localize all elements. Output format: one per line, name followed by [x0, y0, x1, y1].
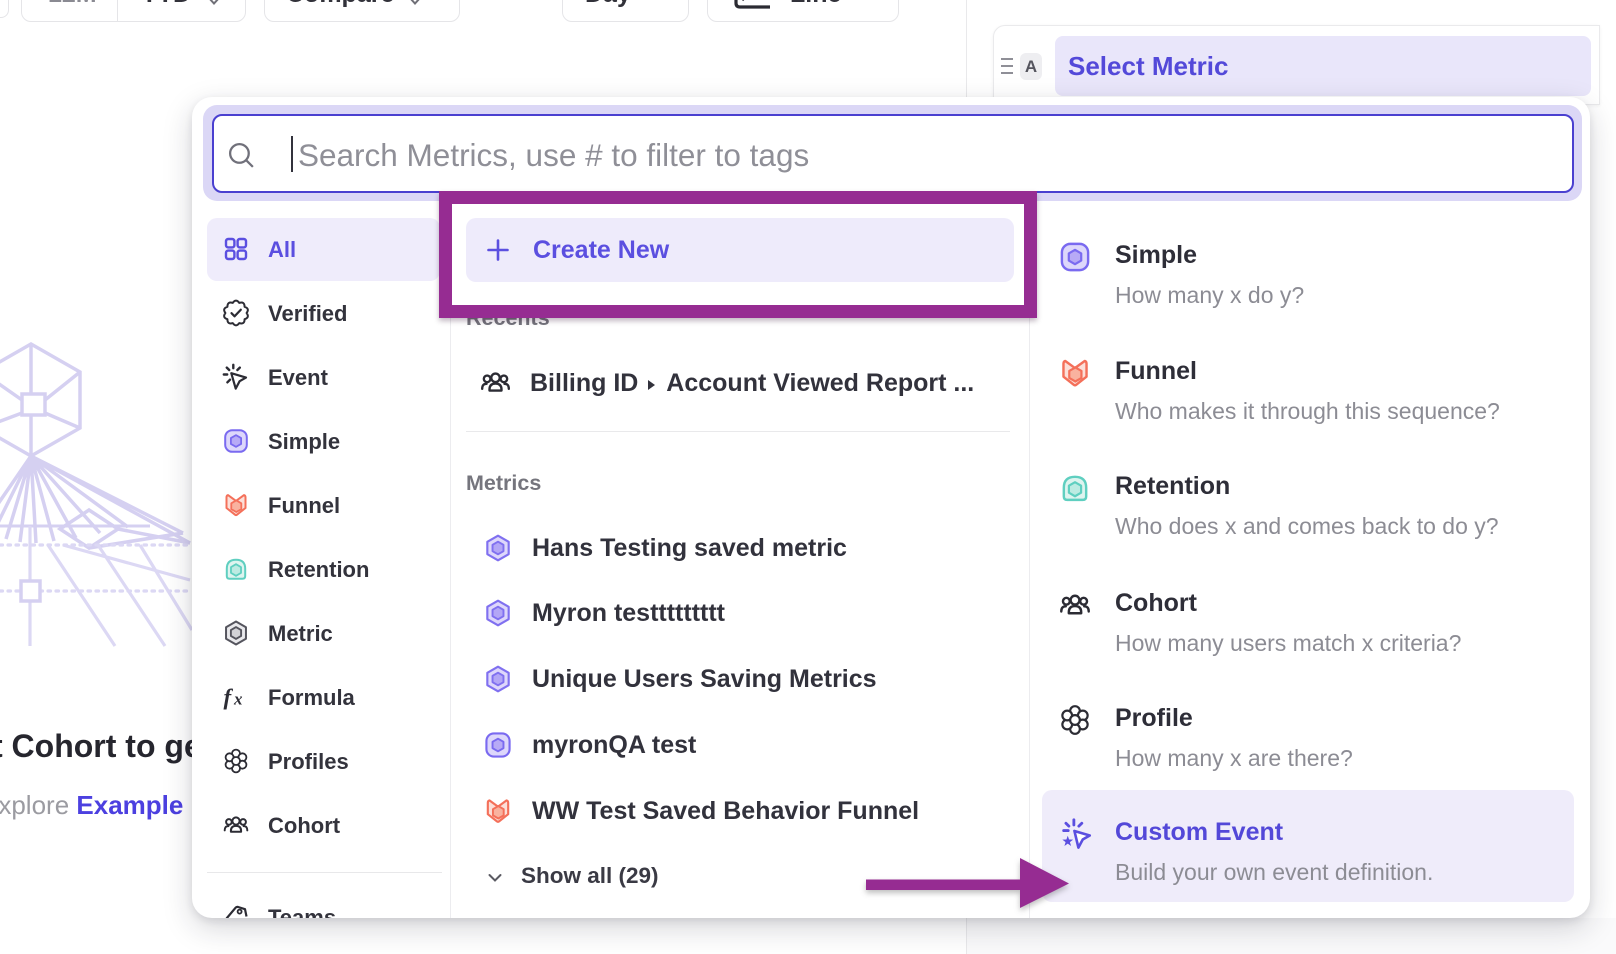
svg-text:x: x	[233, 690, 243, 709]
svg-text:f: f	[224, 685, 234, 710]
